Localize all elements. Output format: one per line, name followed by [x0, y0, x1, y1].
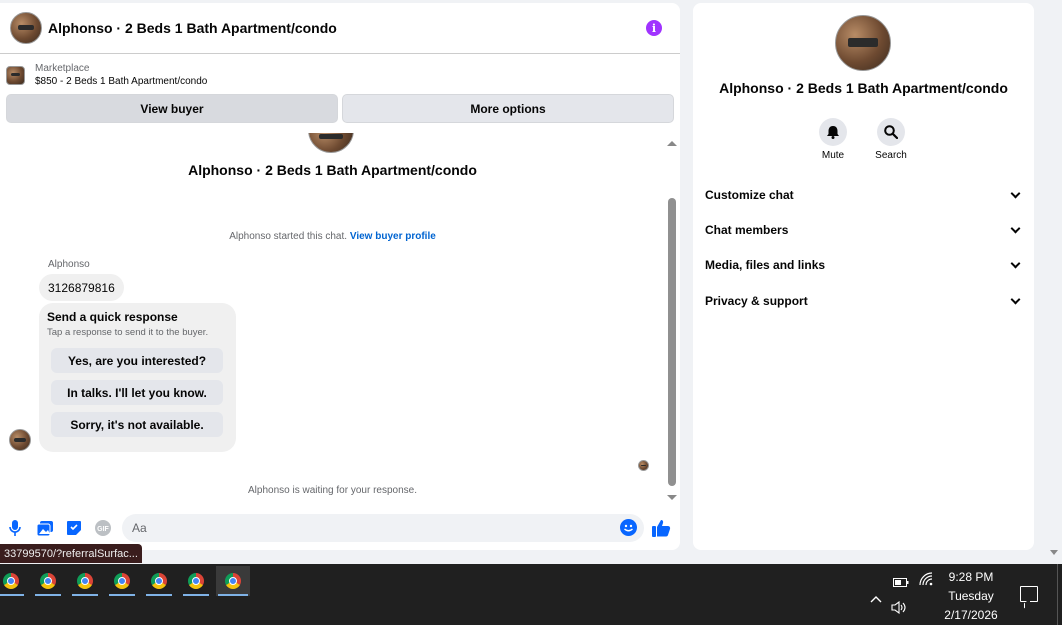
show-hidden-icons-icon[interactable] [870, 590, 882, 608]
taskbar-clock[interactable]: 9:28 PM Tuesday 2/17/2026 [938, 568, 1004, 625]
chrome-icon [114, 573, 130, 589]
view-buyer-button[interactable]: View buyer [6, 94, 338, 123]
search-button[interactable]: Search [861, 118, 921, 161]
listing-title: $850 - 2 Beds 1 Bath Apartment/condo [35, 76, 208, 87]
details-avatar[interactable] [835, 15, 891, 71]
chat-members-label: Chat members [705, 223, 789, 237]
quick-response-yes[interactable]: Yes, are you interested? [51, 348, 223, 373]
marketplace-listing[interactable]: Marketplace $850 - 2 Beds 1 Bath Apartme… [0, 54, 680, 90]
message-placeholder: Aa [132, 521, 147, 535]
taskbar-chrome-1[interactable] [0, 566, 26, 596]
chat-header: Alphonso · 2 Beds 1 Bath Apartment/condo… [0, 3, 680, 54]
sender-name: Alphonso [48, 259, 90, 270]
wifi-icon[interactable] [919, 572, 933, 591]
thread-name: Alphonso · 2 Beds 1 Bath Apartment/condo [188, 162, 477, 178]
chevron-down-icon [1010, 188, 1021, 198]
customize-chat-section[interactable]: Customize chat [705, 185, 1023, 205]
chrome-icon [151, 573, 167, 589]
taskbar-chrome-2[interactable] [33, 566, 63, 596]
scroll-down-icon[interactable] [667, 495, 677, 500]
chat-details-panel: Alphonso · 2 Beds 1 Bath Apartment/condo… [693, 3, 1034, 550]
message-thread[interactable]: Alphonso · 2 Beds 1 Bath Apartment/condo… [0, 133, 665, 503]
thread-avatar [308, 133, 354, 153]
gif-label: GIF [97, 526, 109, 533]
contact-avatar[interactable] [10, 12, 42, 44]
chrome-icon [188, 573, 204, 589]
media-files-links-label: Media, files and links [705, 258, 826, 272]
waiting-notice: Alphonso is waiting for your response. [248, 485, 417, 496]
chat-started-notice: Alphonso started this chat. View buyer p… [0, 231, 665, 242]
taskbar-chrome-4[interactable] [107, 566, 137, 596]
media-files-links-section[interactable]: Media, files and links [705, 255, 1023, 275]
details-name: Alphonso · 2 Beds 1 Bath Apartment/condo [719, 80, 1008, 96]
search-label: Search [875, 150, 907, 161]
volume-icon[interactable] [891, 600, 907, 619]
mute-button[interactable]: Mute [803, 118, 863, 161]
scroll-up-icon[interactable] [667, 141, 677, 146]
sticker-icon[interactable] [65, 519, 83, 537]
like-icon[interactable] [652, 519, 671, 537]
show-desktop-button[interactable] [1057, 564, 1058, 625]
notification-icon[interactable] [1020, 586, 1038, 602]
battery-icon[interactable] [893, 574, 909, 592]
chrome-icon [225, 573, 241, 589]
more-options-button[interactable]: More options [342, 94, 674, 123]
quick-response-in-talks[interactable]: In talks. I'll let you know. [51, 380, 223, 405]
listing-actions: View buyer More options [0, 90, 680, 127]
taskbar: 9:28 PM Tuesday 2/17/2026 [0, 564, 1062, 625]
clock-day: Tuesday [948, 589, 994, 603]
chrome-icon [3, 573, 19, 589]
chat-title[interactable]: Alphonso · 2 Beds 1 Bath Apartment/condo [48, 20, 646, 36]
search-icon [877, 118, 905, 146]
scroll-thumb[interactable] [668, 198, 676, 486]
clock-time: 9:28 PM [948, 570, 994, 584]
privacy-support-label: Privacy & support [705, 294, 808, 308]
chrome-icon [77, 573, 93, 589]
chevron-down-icon [1010, 223, 1021, 233]
quick-response-card: Send a quick response Tap a response to … [39, 303, 236, 452]
quick-response-title: Send a quick response [47, 310, 178, 324]
gif-icon[interactable]: GIF [94, 519, 112, 537]
listing-thumbnail [6, 65, 25, 85]
message-input[interactable]: Aa [122, 514, 644, 542]
bell-icon [819, 118, 847, 146]
taskbar-chrome-7[interactable] [216, 566, 250, 596]
composer: GIF Aa [0, 512, 680, 544]
clock-date: 2/17/2026 [944, 608, 998, 622]
seen-indicator-avatar [638, 460, 649, 471]
taskbar-chrome-6[interactable] [181, 566, 211, 596]
taskbar-chrome-5[interactable] [144, 566, 174, 596]
photo-icon[interactable] [36, 519, 54, 537]
mute-label: Mute [821, 150, 845, 161]
chevron-down-icon [1010, 258, 1021, 268]
chevron-down-icon [1010, 294, 1021, 304]
thread-scrollbar[interactable] [666, 136, 678, 502]
view-buyer-profile-link[interactable]: View buyer profile [350, 231, 436, 242]
info-icon[interactable]: i [646, 20, 662, 36]
taskbar-chrome-3[interactable] [70, 566, 100, 596]
page-scroll-down-icon[interactable] [1050, 550, 1058, 555]
message-bubble[interactable]: 3126879816 [39, 274, 124, 301]
chat-members-section[interactable]: Chat members [705, 220, 1023, 240]
status-url-tooltip: 33799570/?referralSurfac... [0, 544, 142, 563]
chrome-icon [40, 573, 56, 589]
sender-avatar [9, 429, 31, 451]
started-text: Alphonso started this chat. [229, 231, 348, 242]
microphone-icon[interactable] [6, 519, 24, 537]
customize-chat-label: Customize chat [705, 188, 794, 202]
privacy-support-section[interactable]: Privacy & support [705, 291, 1023, 311]
marketplace-label: Marketplace [35, 63, 90, 74]
quick-response-not-available[interactable]: Sorry, it's not available. [51, 412, 223, 437]
quick-response-subtitle: Tap a response to send it to the buyer. [47, 327, 209, 338]
chat-panel: Alphonso · 2 Beds 1 Bath Apartment/condo… [0, 3, 680, 550]
emoji-icon[interactable] [620, 519, 637, 536]
